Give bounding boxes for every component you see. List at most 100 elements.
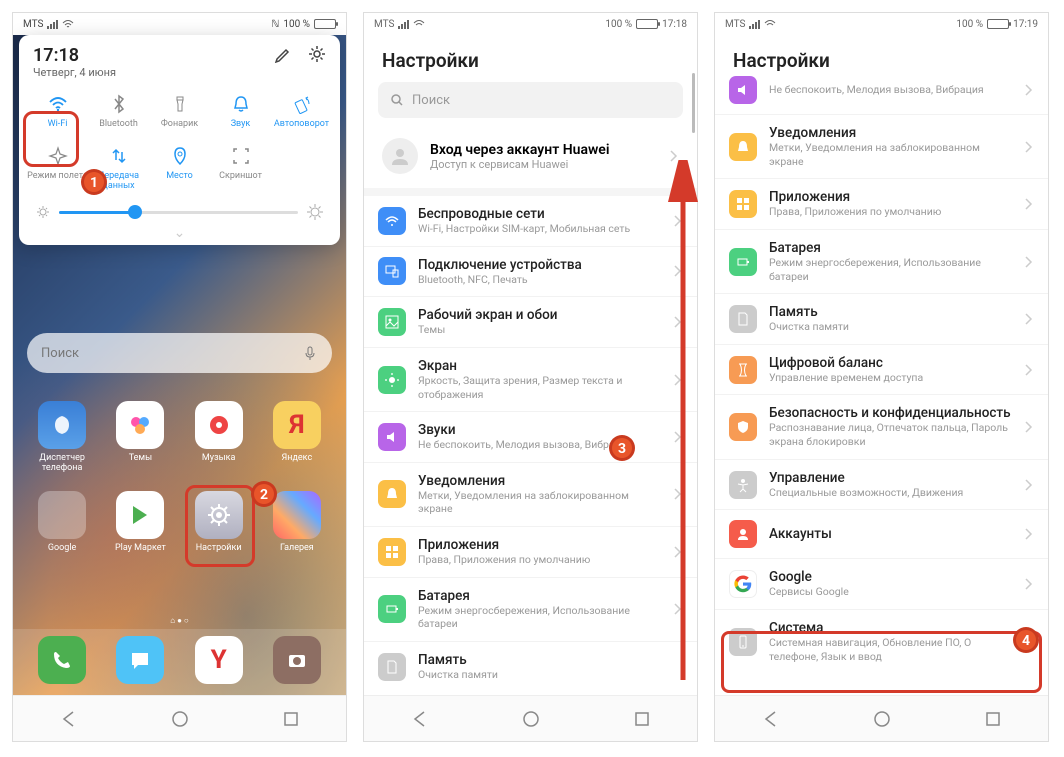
nav-back[interactable] [60,710,78,728]
sound-icon [378,423,406,451]
chevron-right-icon [673,373,683,387]
dock-browser[interactable]: Y [195,636,243,684]
setting-battery[interactable]: БатареяРежим энергосбережения, Использов… [715,229,1048,293]
rotate-icon [291,93,313,115]
qs-airplane[interactable]: Режим полета [27,141,88,195]
nav-recent[interactable] [282,710,300,728]
nav-bar [715,695,1048,741]
qs-wifi[interactable]: Wi-Fi [27,89,88,133]
chevron-right-icon [673,214,683,228]
wallpaper-icon [378,308,406,336]
setting-security[interactable]: Безопасность и конфиденциальностьРаспозн… [715,394,1048,458]
setting-home-wallpaper[interactable]: Рабочий экран и обоиТемы [364,296,697,347]
nfc-icon: ℕ [271,19,279,30]
setting-display[interactable]: ЭкранЯркость, Защита зрения, Размер текс… [364,347,697,411]
flashlight-icon [169,93,191,115]
qs-screenshot[interactable]: Скриншот [210,141,271,195]
notification-panel[interactable]: 17:18 Четверг, 4 июня Wi-Fi Bluetooth Фо… [19,35,340,245]
wifi-status-icon [764,18,776,30]
setting-wireless[interactable]: Беспроводные сетиWi-Fi, Настройки SIM-ка… [364,196,697,246]
setting-google[interactable]: GoogleСервисы Google [715,558,1048,609]
shield-icon [729,413,757,441]
chevron-right-icon [1024,255,1034,269]
dock: Y [13,629,346,695]
qs-sound[interactable]: Звук [210,89,271,133]
nav-bar [13,695,346,741]
setting-notifications[interactable]: УведомленияМетки, Уведомления на заблоки… [715,114,1048,178]
setting-apps[interactable]: ПриложенияПрава, Приложения по умолчанию [364,526,697,577]
panel-grabber[interactable]: ⌄ [27,225,332,241]
gear-icon[interactable] [308,45,326,63]
signal-icon [47,19,58,29]
chevron-right-icon [1024,635,1034,649]
settings-search[interactable]: Поиск [378,82,683,118]
panel-date: Четверг, 4 июня [33,66,116,79]
screen-2-settings-top: MTS 100 % 17:18 Настройки Поиск Вход чер… [363,12,698,742]
airplane-icon [47,145,69,167]
nav-home[interactable] [171,710,189,728]
setting-storage[interactable]: ПамятьОчистка памяти [364,641,697,692]
dock-camera[interactable] [273,636,321,684]
app-play-market[interactable]: Play Маркет [101,491,179,553]
huawei-account-row[interactable]: Вход через аккаунт HuaweiДоступ к сервис… [364,128,697,196]
dock-messages[interactable] [116,636,164,684]
qs-bluetooth[interactable]: Bluetooth [88,89,149,133]
setting-apps[interactable]: ПриложенияПрава, Приложения по умолчанию [715,178,1048,229]
app-music[interactable]: Музыка [180,401,258,473]
scrollbar-indicator [692,73,695,133]
setting-sounds[interactable]: ЗвукиНе беспокоить, Мелодия вызова, Вибр… [364,411,697,462]
app-settings[interactable]: Настройки [180,491,258,553]
battery-icon [314,19,336,29]
mic-icon[interactable] [302,345,318,361]
nav-home[interactable] [522,710,540,728]
app-google-folder[interactable]: Google [23,491,101,553]
brightness-slider[interactable] [27,195,332,225]
quick-settings-grid: Wi-Fi Bluetooth Фонарик Звук Автоповорот… [27,89,332,195]
sound-icon [729,76,757,104]
setting-devices[interactable]: Подключение устройстваBluetooth, NFC, Пе… [364,246,697,297]
chevron-right-icon [1024,577,1034,591]
page-title: Настройки [364,35,697,82]
setting-sounds-partial[interactable]: Не беспокоить, Мелодия вызова, Вибрация [715,76,1048,114]
app-gallery[interactable]: Галерея [258,491,336,553]
chevron-right-icon [1024,420,1034,434]
setting-storage[interactable]: ПамятьОчистка памяти [715,293,1048,344]
wifi-status-icon [413,18,425,30]
setting-battery[interactable]: БатареяРежим энергосбережения, Использов… [364,577,697,641]
apps-icon [729,190,757,218]
nav-back[interactable] [411,710,429,728]
apps-icon [378,538,406,566]
settings-list[interactable]: Беспроводные сетиWi-Fi, Настройки SIM-ка… [364,196,697,741]
app-yandex[interactable]: ЯЯндекс [258,401,336,473]
location-icon [169,145,191,167]
setting-accounts[interactable]: Аккаунты [715,509,1048,558]
setting-digital-balance[interactable]: Цифровой балансУправление временем досту… [715,344,1048,395]
wifi-icon [47,93,69,115]
setting-system[interactable]: СистемаСистемная навигация, Обновление П… [715,609,1048,673]
app-phone-manager[interactable]: Диспетчер телефона [23,401,101,473]
search-icon [390,93,404,107]
qs-mobile-data[interactable]: Передача данных [88,141,149,195]
page-indicator: ⌂ ● ○ [13,616,346,625]
nav-back[interactable] [762,710,780,728]
notifications-icon [729,133,757,161]
setting-notifications[interactable]: УведомленияМетки, Уведомления на заблоки… [364,462,697,526]
qs-location[interactable]: Место [149,141,210,195]
qs-flashlight[interactable]: Фонарик [149,89,210,133]
app-themes[interactable]: Темы [101,401,179,473]
chevron-right-icon [1024,83,1034,97]
nav-recent[interactable] [633,710,651,728]
nav-home[interactable] [873,710,891,728]
wifi-icon [378,207,406,235]
chevron-right-icon [1024,312,1034,326]
signal-icon [749,19,760,29]
qs-autorotate[interactable]: Автоповорот [271,89,332,133]
settings-list[interactable]: Не беспокоить, Мелодия вызова, Вибрация … [715,76,1048,741]
dock-phone[interactable] [38,636,86,684]
setting-accessibility[interactable]: УправлениеСпециальные возможности, Движе… [715,459,1048,510]
nav-recent[interactable] [984,710,1002,728]
chevron-right-icon [1024,478,1034,492]
homescreen-search[interactable]: Поиск [27,333,332,373]
data-icon [108,145,130,167]
edit-icon[interactable] [274,45,292,63]
